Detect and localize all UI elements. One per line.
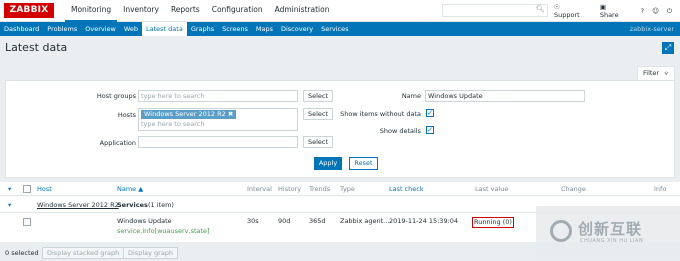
submenu-latest-data[interactable]: Latest data [142,22,187,36]
submenu-problems[interactable]: Problems [43,22,81,36]
user-profile-icon[interactable]: ☺ [652,7,659,15]
host-groups-label: Host groups [96,92,136,100]
show-details-checkbox[interactable]: ✓ [426,126,434,134]
server-name: zabbix-server [629,25,674,33]
item-type: Zabbix agent... [340,217,390,225]
group-host[interactable]: Windows Server 2012 R2 [37,201,119,209]
col-last-value: Last value [475,185,509,193]
headset-icon: ☉ [554,3,560,11]
host-groups-select-button[interactable]: Select [303,90,333,102]
group-application: Services [117,201,148,209]
main-menu: Monitoring Inventory Reports Configurati… [65,0,335,22]
col-host[interactable]: Host [37,185,52,193]
item-key: service.info[wuauserv,state] [117,227,210,235]
col-history: History [278,185,302,193]
submenu-overview[interactable]: Overview [81,22,120,36]
item-name: Windows Update [117,217,172,225]
table-header: ▾ Host Name ▲ Interval History Trends Ty… [0,182,680,196]
display-stacked-graph-button[interactable]: Display stacked graph [42,247,125,259]
display-graph-button[interactable]: Display graph [123,247,179,259]
search-icon[interactable]: 🔍︎ [536,5,545,13]
row-checkbox[interactable] [23,218,31,226]
submenu-services[interactable]: Services [317,22,352,36]
menu-reports[interactable]: Reports [165,0,206,22]
application-select-button[interactable]: Select [303,136,333,148]
fullscreen-icon[interactable]: ⤢ [662,42,674,54]
item-trends: 365d [309,217,326,225]
watermark-circle-icon [550,220,572,242]
menu-administration[interactable]: Administration [269,0,336,22]
col-type: Type [340,185,355,193]
submenu-graphs[interactable]: Graphs [187,22,218,36]
col-name[interactable]: Name ▲ [117,185,143,193]
application-label: Application [99,139,136,147]
show-details-label: Show details [379,127,421,135]
collapse-all-icon[interactable]: ▾ [8,185,11,193]
hosts-label: Hosts [117,111,136,119]
submenu-screens[interactable]: Screens [218,22,252,36]
submenu-discovery[interactable]: Discovery [277,22,317,36]
item-last-check: 2019-11-24 15:39:04 [389,217,459,225]
menu-inventory[interactable]: Inventory [117,0,165,22]
filter-tab[interactable]: Filter ⩒ [637,66,675,80]
watermark-logo: 创新互联 CHUANG XIN HU LIAN [536,206,680,261]
watermark-title: 创新互联 [578,220,643,238]
application-input[interactable] [138,136,298,148]
item-last-value: Running (0) [472,217,514,228]
col-info: Info [654,185,667,193]
submenu-dashboard[interactable]: Dashboard [0,22,43,36]
select-all-checkbox[interactable] [23,185,31,193]
item-interval: 30s [247,217,259,225]
remove-tag-icon[interactable]: ✖ [228,110,233,118]
apply-button[interactable]: Apply [314,157,342,170]
funnel-icon: ⩒ [664,69,669,77]
page-title: Latest data [5,41,68,54]
show-items-checkbox[interactable]: ✓ [426,109,434,117]
sign-out-icon[interactable]: ⏻ [667,7,672,16]
col-last-check[interactable]: Last check [389,185,424,193]
share-icon: ▣ [599,3,606,11]
submenu-web[interactable]: Web [120,22,142,36]
reset-button[interactable]: Reset [349,157,378,170]
watermark-subtitle: CHUANG XIN HU LIAN [580,238,644,244]
hosts-input[interactable]: Windows Server 2012 R2 ✖ type here to se… [138,108,298,131]
share-link[interactable]: ▣ Share [600,3,633,19]
menu-configuration[interactable]: Configuration [206,0,269,22]
global-search-input[interactable] [442,4,548,17]
help-button[interactable]: ? [641,7,644,15]
show-items-label: Show items without data [340,110,421,118]
name-label: Name [401,92,421,100]
collapse-group-icon[interactable]: ▾ [8,201,11,209]
name-input[interactable]: Windows Update [425,90,585,102]
submenu-maps[interactable]: Maps [252,22,277,36]
host-tag: Windows Server 2012 R2 ✖ [141,110,237,119]
host-groups-input[interactable]: type here to search [138,90,298,102]
selected-count: 0 selected [5,249,39,257]
item-history: 90d [278,217,291,225]
col-change: Change [561,185,586,193]
zabbix-logo[interactable]: ZABBIX [4,3,54,18]
group-count: (1 item) [148,201,174,209]
top-header: ZABBIX Monitoring Inventory Reports Conf… [0,0,680,22]
support-link[interactable]: ☉ Support [554,3,592,19]
menu-monitoring[interactable]: Monitoring [65,0,118,22]
filter-panel: Host groups type here to search Select H… [5,80,675,178]
col-trends: Trends [309,185,331,193]
sub-navigation: Dashboard Problems Overview Web Latest d… [0,22,680,36]
col-interval: Interval [247,185,272,193]
